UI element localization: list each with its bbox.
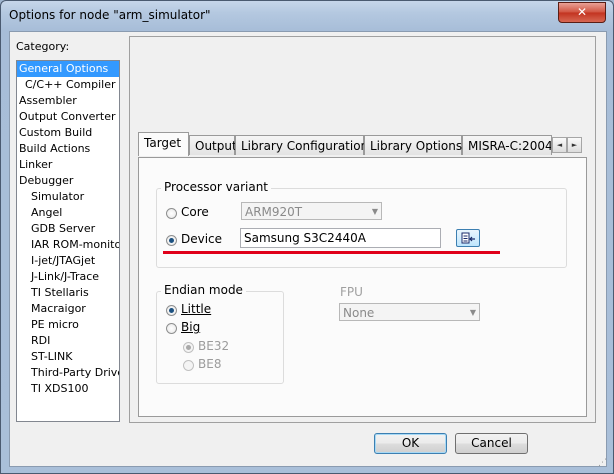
category-item[interactable]: TI Stellaris [17,285,119,301]
tab-scroll-right-icon[interactable]: ► [567,137,582,153]
category-item[interactable]: Macraigor [17,301,119,317]
category-item[interactable]: PE micro [17,317,119,333]
fpu-select[interactable]: None ▼ [339,303,480,321]
device-radio[interactable] [166,235,177,246]
title-bar[interactable]: Options for node "arm_simulator" ✕ [1,1,613,31]
processor-variant-label: Processor variant [161,180,271,194]
chevron-down-icon: ▼ [469,308,476,317]
category-item[interactable]: Custom Build [17,125,119,141]
category-item[interactable]: General Options [17,61,119,77]
fpu-select-value: None [343,306,375,320]
category-item[interactable]: Assembler [17,93,119,109]
be8-label: BE8 [198,357,222,371]
fpu-label: FPU [340,285,363,299]
category-label: Category: [16,40,70,53]
category-item[interactable]: Simulator [17,189,119,205]
device-highlight-underline [163,251,500,254]
be32-radio[interactable] [183,342,194,353]
target-tab-page: Processor variant Core ARM920T ▼ Device … [138,157,587,417]
category-item[interactable]: I-jet/JTAGjet [17,253,119,269]
endian-mode-label: Endian mode [161,283,246,297]
little-radio[interactable] [166,305,177,316]
little-label: Little [181,302,211,316]
core-radio[interactable] [166,208,177,219]
device-browse-button[interactable] [456,229,480,247]
category-list[interactable]: General Options C/C++ Compiler Assembler Ou… [16,60,120,422]
category-item[interactable]: Debugger [17,173,119,189]
tab-target[interactable]: Target [138,132,189,156]
category-item[interactable]: J-Link/J-Trace [17,269,119,285]
tab-scroll-left-icon[interactable]: ◄ [552,137,567,153]
tab-misra-c-2004[interactable]: MISRA-C:2004 [462,135,552,155]
cancel-button[interactable]: Cancel [455,433,528,454]
category-item[interactable]: C/C++ Compiler [17,77,119,93]
category-item[interactable]: Linker [17,157,119,173]
core-label: Core [181,205,209,219]
category-item[interactable]: Angel [17,205,119,221]
category-item[interactable]: TI XDS100 [17,381,119,397]
big-radio[interactable] [166,323,177,334]
core-select-value: ARM920T [245,205,303,219]
options-panel: Target Output Library Configuration Libr… [129,36,596,423]
tab-output[interactable]: Output [189,135,237,155]
device-field[interactable]: Samsung S3C2440A [240,228,441,248]
category-item[interactable]: ST-LINK [17,349,119,365]
chevron-down-icon: ▼ [371,207,378,216]
tab-library-options[interactable]: Library Options [364,135,462,155]
big-label: Big [181,320,200,334]
window-title: Options for node "arm_simulator" [9,8,211,22]
resize-grip-icon[interactable]: ⋰ [598,458,612,472]
close-button[interactable]: ✕ [558,2,606,23]
category-item[interactable]: Output Converter [17,109,119,125]
browse-list-icon [461,232,475,244]
category-item[interactable]: Build Actions [17,141,119,157]
category-item[interactable]: IAR ROM-monitor [17,237,119,253]
category-item[interactable]: RDI [17,333,119,349]
category-item[interactable]: Third-Party Driver [17,365,119,381]
be8-radio[interactable] [183,360,194,371]
little-label-text: Little [181,302,212,316]
big-label-text: Big [181,320,201,334]
core-select[interactable]: ARM920T ▼ [241,202,382,220]
device-label: Device [181,232,223,246]
be32-label: BE32 [198,339,230,353]
tab-library-configuration[interactable]: Library Configuration [235,135,368,155]
category-item[interactable]: GDB Server [17,221,119,237]
ok-button[interactable]: OK [374,433,447,454]
